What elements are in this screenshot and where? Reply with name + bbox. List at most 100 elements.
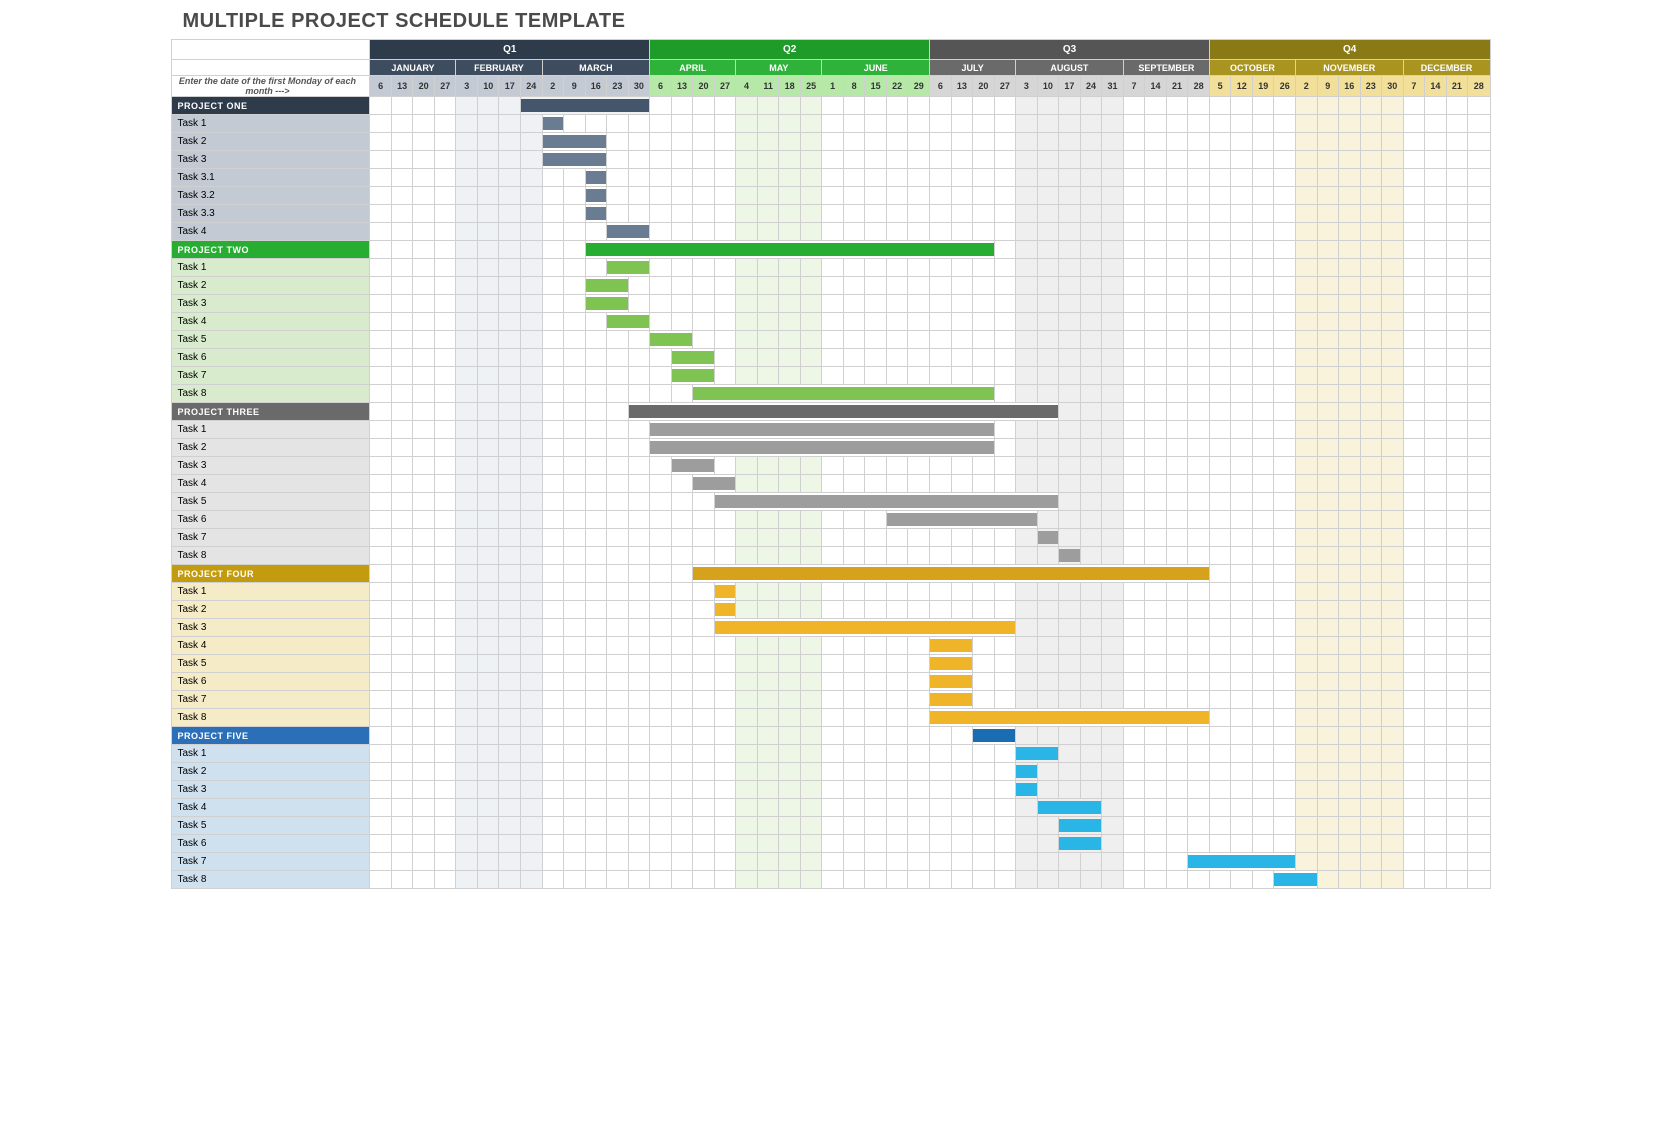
gantt-cell	[886, 349, 908, 367]
gantt-cell	[1102, 151, 1124, 169]
gantt-cell	[1382, 97, 1404, 115]
gantt-cell	[1231, 313, 1253, 331]
gantt-cell	[370, 97, 392, 115]
gantt-cell	[1166, 313, 1188, 331]
gantt-cell	[564, 637, 586, 655]
gantt-cell	[1080, 133, 1102, 151]
gantt-cell	[1425, 781, 1447, 799]
gantt-cell	[1317, 871, 1339, 889]
gantt-cell	[973, 799, 995, 817]
gantt-cell	[650, 439, 994, 457]
gantt-cell	[1360, 295, 1382, 313]
gantt-cell	[1403, 115, 1425, 133]
gantt-cell	[1403, 133, 1425, 151]
gantt-cell	[779, 835, 801, 853]
gantt-cell	[908, 367, 930, 385]
gantt-cell	[671, 691, 693, 709]
gantt-cell	[1425, 403, 1447, 421]
gantt-cell	[994, 295, 1016, 313]
gantt-cell	[1209, 331, 1231, 349]
month-header: DECEMBER	[1403, 60, 1490, 76]
gantt-cell	[564, 565, 586, 583]
gantt-cell	[693, 475, 736, 493]
week-header: 2	[1295, 76, 1317, 97]
gantt-cell	[542, 439, 564, 457]
gantt-cell	[1102, 403, 1124, 421]
gantt-cell	[1252, 115, 1274, 133]
gantt-cell	[1080, 421, 1102, 439]
gantt-cell	[499, 565, 521, 583]
gantt-cell	[1446, 439, 1468, 457]
gantt-cell	[607, 547, 629, 565]
gantt-cell	[822, 331, 844, 349]
gantt-cell	[456, 763, 478, 781]
gantt-cell	[1231, 727, 1253, 745]
gantt-cell	[628, 601, 650, 619]
gantt-cell	[1123, 871, 1145, 889]
gantt-cell	[477, 241, 499, 259]
gantt-cell	[564, 817, 586, 835]
gantt-cell	[391, 277, 413, 295]
gantt-cell	[865, 331, 887, 349]
gantt-bar	[693, 567, 1209, 580]
task-label: Task 1	[171, 421, 370, 439]
gantt-cell	[499, 673, 521, 691]
gantt-bar	[1274, 873, 1316, 886]
gantt-cell	[413, 619, 435, 637]
gantt-cell	[1425, 547, 1447, 565]
gantt-cell	[1037, 223, 1059, 241]
gantt-cell	[542, 241, 564, 259]
gantt-cell	[521, 709, 543, 727]
gantt-cell	[1037, 187, 1059, 205]
gantt-cell	[908, 151, 930, 169]
gantt-cell	[693, 259, 715, 277]
gantt-cell	[1274, 619, 1296, 637]
gantt-cell	[1037, 817, 1059, 835]
gantt-cell	[1382, 853, 1404, 871]
gantt-cell	[1016, 421, 1038, 439]
gantt-cell	[757, 853, 779, 871]
gantt-cell	[521, 583, 543, 601]
gantt-cell	[521, 97, 650, 115]
task-label: Task 4	[171, 799, 370, 817]
gantt-cell	[1209, 691, 1231, 709]
gantt-cell	[564, 583, 586, 601]
week-header: 24	[1080, 76, 1102, 97]
gantt-cell	[391, 475, 413, 493]
gantt-cell	[1317, 457, 1339, 475]
gantt-cell	[886, 529, 908, 547]
gantt-cell	[865, 187, 887, 205]
gantt-cell	[1188, 745, 1210, 763]
gantt-cell	[757, 331, 779, 349]
gantt-cell	[1188, 223, 1210, 241]
gantt-cell	[1317, 709, 1339, 727]
gantt-cell	[822, 655, 844, 673]
gantt-cell	[1016, 727, 1038, 745]
gantt-cell	[757, 655, 779, 673]
gantt-cell	[434, 241, 456, 259]
gantt-cell	[1360, 619, 1382, 637]
gantt-cell	[1145, 439, 1167, 457]
gantt-cell	[1188, 439, 1210, 457]
gantt-cell	[1295, 763, 1317, 781]
gantt-cell	[779, 601, 801, 619]
gantt-cell	[521, 133, 543, 151]
gantt-cell	[1209, 295, 1231, 313]
gantt-cell	[1037, 583, 1059, 601]
gantt-cell	[779, 169, 801, 187]
gantt-cell	[434, 511, 456, 529]
gantt-cell	[1403, 619, 1425, 637]
gantt-cell	[865, 781, 887, 799]
gantt-cell	[1339, 691, 1361, 709]
gantt-cell	[499, 619, 521, 637]
gantt-cell	[865, 295, 887, 313]
gantt-cell	[607, 835, 629, 853]
gantt-cell	[1145, 529, 1167, 547]
gantt-cell	[1252, 331, 1274, 349]
gantt-cell	[1102, 583, 1124, 601]
gantt-cell	[607, 349, 629, 367]
gantt-cell	[370, 349, 392, 367]
gantt-cell	[1382, 745, 1404, 763]
gantt-cell	[628, 745, 650, 763]
gantt-cell	[650, 493, 672, 511]
